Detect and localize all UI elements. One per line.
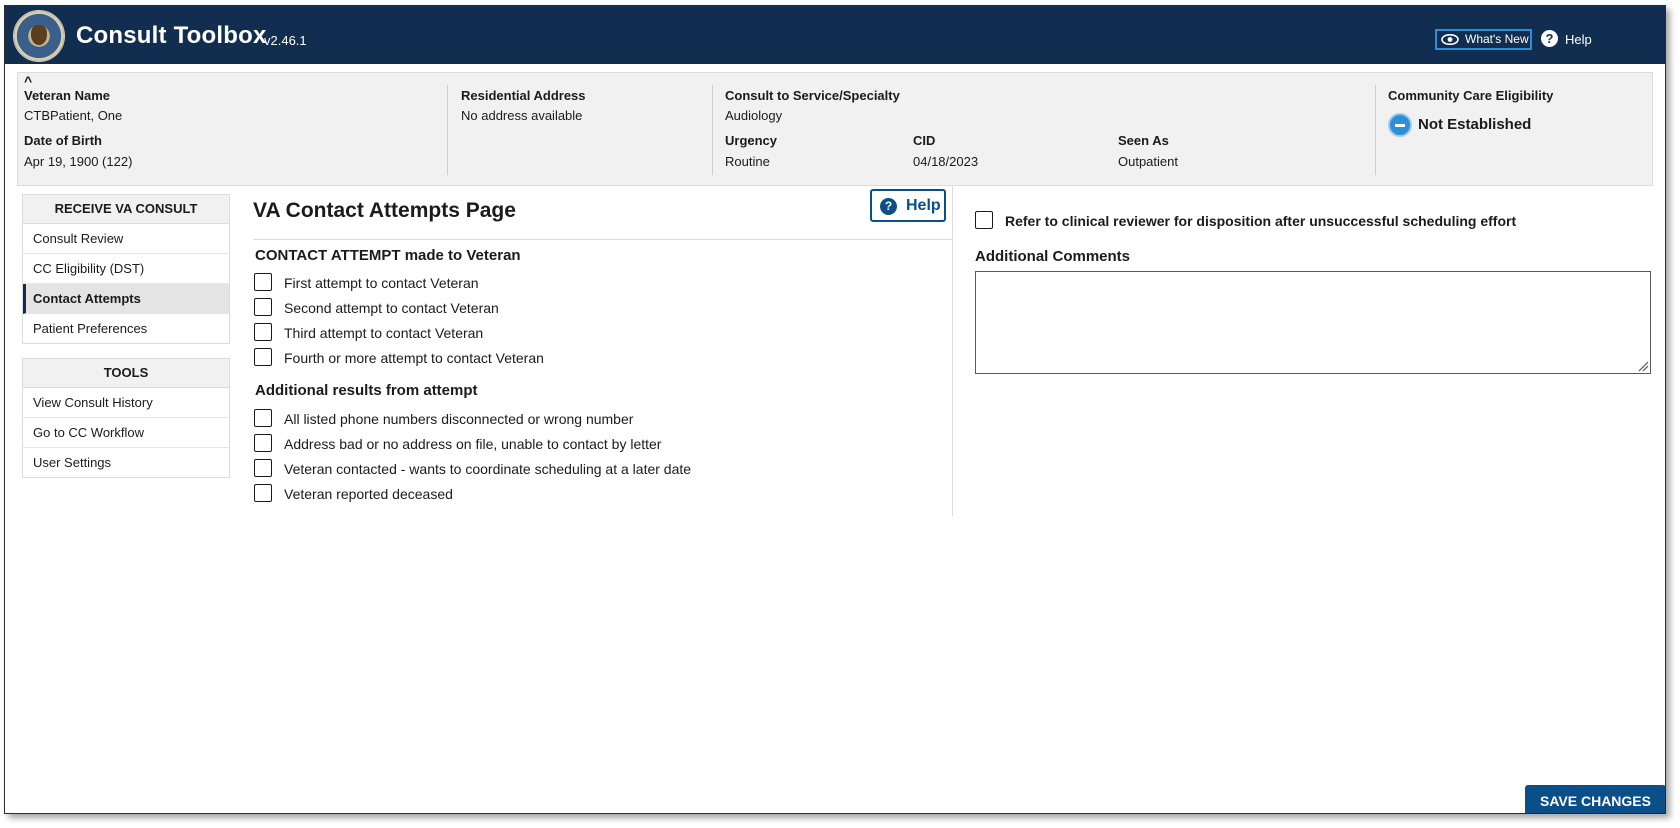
header-help-label: Help (1565, 32, 1592, 47)
refer-reviewer-checkbox[interactable] (975, 211, 993, 229)
save-changes-button[interactable]: SAVE CHANGES (1525, 785, 1665, 813)
checkbox[interactable] (254, 298, 272, 316)
sidebar-item-go-to-cc-workflow[interactable]: Go to CC Workflow (23, 418, 229, 448)
contact-attempt-heading: CONTACT ATTEMPT made to Veteran (255, 247, 521, 264)
whats-new-label: What's New (1465, 32, 1529, 46)
checkbox[interactable] (254, 484, 272, 502)
checkbox[interactable] (254, 459, 272, 477)
page-title: VA Contact Attempts Page (253, 199, 516, 222)
sidebar-tools-heading: TOOLS (23, 359, 229, 388)
patient-banner: ^ Veteran Name CTBPatient, One Date of B… (17, 72, 1653, 186)
refer-reviewer-label: Refer to clinical reviewer for dispositi… (1005, 213, 1517, 229)
collapse-caret-icon[interactable]: ^ (24, 73, 32, 89)
banner-divider (447, 85, 448, 175)
additional-comments-label: Additional Comments (975, 248, 1131, 265)
cc-eligibility-label: Community Care Eligibility (1388, 88, 1554, 103)
sidebar-item-user-settings[interactable]: User Settings (23, 448, 229, 477)
address-label: Residential Address (461, 88, 586, 103)
checkbox[interactable] (254, 434, 272, 452)
cc-eligibility-status: Not Established (1418, 116, 1532, 133)
contact-option-label: Second attempt to contact Veteran (284, 300, 499, 316)
result-option-label: All listed phone numbers disconnected or… (284, 411, 634, 427)
sidebar-tools: TOOLS View Consult History Go to CC Work… (22, 358, 230, 478)
sidebar-receive-consult: RECEIVE VA CONSULT Consult Review CC Eli… (22, 194, 230, 344)
page-help-label: Help (906, 197, 941, 214)
urgency-label: Urgency (725, 133, 778, 148)
column-divider (952, 186, 953, 516)
seen-as-label: Seen As (1118, 133, 1169, 148)
dob-label: Date of Birth (24, 133, 102, 148)
header-help-button[interactable]: ? Help (1541, 30, 1592, 47)
eye-icon (1441, 34, 1459, 45)
urgency-value: Routine (725, 154, 770, 169)
seen-as-value: Outpatient (1118, 154, 1178, 169)
veteran-name-label: Veteran Name (24, 88, 110, 103)
resize-grip-icon[interactable] (1637, 360, 1649, 372)
sidebar-item-cc-eligibility[interactable]: CC Eligibility (DST) (23, 254, 229, 284)
va-seal-logo (13, 10, 65, 62)
additional-comments-textarea[interactable] (975, 271, 1651, 374)
sidebar-receive-heading: RECEIVE VA CONSULT (23, 195, 229, 224)
contact-option-label: Fourth or more attempt to contact Vetera… (284, 350, 544, 366)
result-option-label: Veteran contacted - wants to coordinate … (284, 461, 692, 477)
app-version: v2.46.1 (264, 33, 307, 48)
checkbox[interactable] (254, 323, 272, 341)
additional-results-heading: Additional results from attempt (255, 382, 478, 399)
question-icon: ? (1541, 30, 1558, 47)
sidebar-item-view-consult-history[interactable]: View Consult History (23, 388, 229, 418)
page-help-button[interactable]: ? Help (870, 189, 946, 222)
app-header: Consult Toolbox v2.46.1 What's New ? Hel… (5, 6, 1665, 64)
result-option-label: Veteran reported deceased (284, 486, 453, 502)
consult-value: Audiology (725, 108, 783, 123)
app-title: Consult Toolbox (76, 22, 267, 49)
contact-option-label: Third attempt to contact Veteran (284, 325, 484, 341)
consult-label: Consult to Service/Specialty (725, 88, 900, 103)
checkbox[interactable] (254, 348, 272, 366)
cid-label: CID (913, 133, 936, 148)
title-divider (253, 239, 952, 240)
dob-value: Apr 19, 1900 (122) (24, 154, 133, 169)
checkbox[interactable] (254, 409, 272, 427)
address-value: No address available (461, 108, 583, 123)
checkbox[interactable] (254, 273, 272, 291)
sidebar-item-patient-preferences[interactable]: Patient Preferences (23, 314, 229, 343)
result-option-label: Address bad or no address on file, unabl… (284, 436, 662, 452)
contact-option-label: First attempt to contact Veteran (284, 275, 479, 291)
minus-circle-icon (1388, 113, 1412, 137)
banner-divider (712, 85, 713, 175)
app-window: Consult Toolbox v2.46.1 What's New ? Hel… (4, 5, 1666, 814)
whats-new-button[interactable]: What's New (1435, 29, 1532, 50)
sidebar-item-consult-review[interactable]: Consult Review (23, 224, 229, 254)
sidebar-item-contact-attempts[interactable]: Contact Attempts (23, 284, 229, 314)
veteran-name: CTBPatient, One (24, 108, 123, 123)
question-icon: ? (880, 198, 897, 215)
banner-divider (1375, 85, 1376, 175)
cid-value: 04/18/2023 (913, 154, 979, 169)
